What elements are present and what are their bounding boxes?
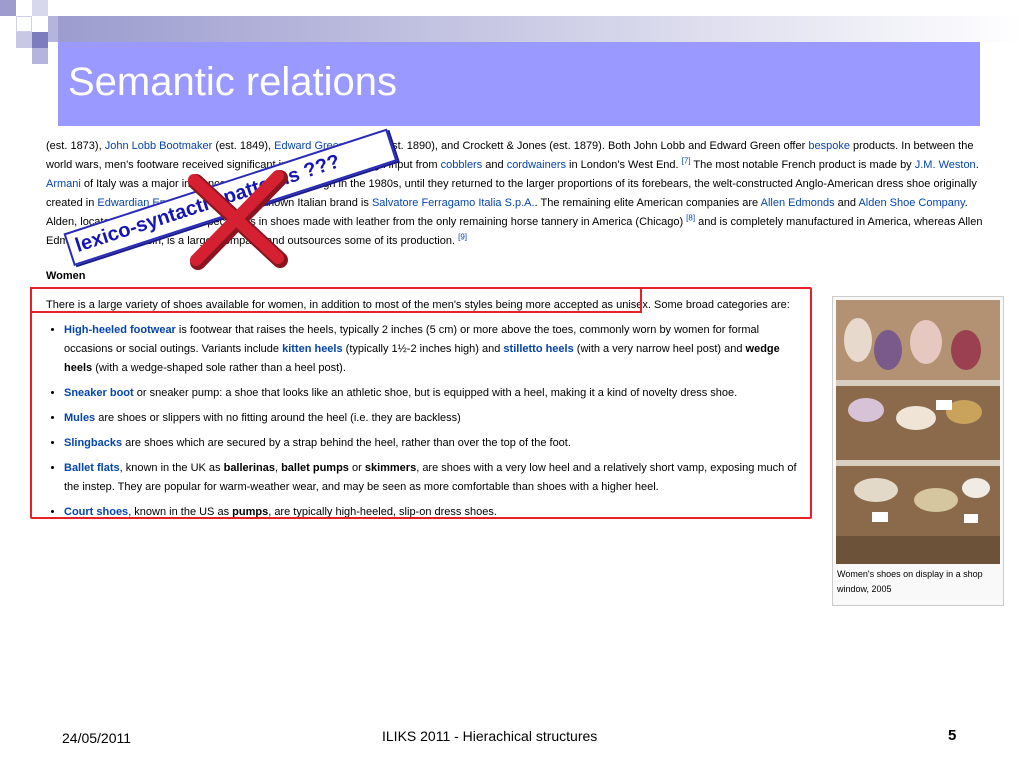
photo-caption: Women's shoes on display in a shop windo… bbox=[837, 569, 983, 594]
wiki-link[interactable]: bespoke bbox=[808, 140, 850, 152]
citation-ref[interactable]: [8] bbox=[686, 213, 695, 222]
photo-thumbnail: Women's shoes on display in a shop windo… bbox=[832, 296, 1004, 606]
wiki-link[interactable]: cordwainers bbox=[507, 159, 566, 171]
footer-title: ILIKS 2011 - Hierachical structures bbox=[382, 728, 598, 744]
wiki-link[interactable]: cobblers bbox=[441, 159, 483, 171]
footer-date: 24/05/2011 bbox=[62, 730, 132, 746]
corner-square-4 bbox=[16, 32, 32, 48]
page-number: 5 bbox=[948, 727, 957, 744]
wiki-link[interactable]: Alden Shoe Company bbox=[858, 197, 964, 209]
wiki-link[interactable]: Armani bbox=[46, 178, 81, 190]
cross-out-icon bbox=[188, 170, 288, 270]
text-run: and bbox=[482, 159, 507, 171]
wiki-link[interactable]: J.M. Weston bbox=[915, 159, 976, 171]
citation-ref[interactable]: [9] bbox=[458, 232, 467, 241]
corner-square-7 bbox=[48, 16, 58, 42]
text-run: The most notable French product is made … bbox=[690, 159, 915, 171]
wiki-link[interactable]: Allen Edmonds bbox=[761, 197, 835, 209]
text-run: . The remaining elite American companies… bbox=[534, 197, 761, 209]
text-run: . bbox=[975, 159, 979, 171]
text-run: and bbox=[834, 197, 859, 209]
shoe-display-photo bbox=[836, 300, 1000, 564]
highlight-box-categories bbox=[30, 287, 812, 519]
slide-title: Semantic relations bbox=[68, 60, 398, 104]
text-run: in London's West End. bbox=[566, 159, 682, 171]
corner-square-3 bbox=[32, 0, 48, 16]
corner-square-2 bbox=[16, 16, 32, 32]
wiki-link[interactable]: Salvatore Ferragamo Italia S.p.A. bbox=[372, 197, 535, 209]
text-run: (est. 1890), and Crockett & Jones (est. … bbox=[379, 140, 809, 152]
text-run: (est. 1873), bbox=[46, 140, 105, 152]
text-run: (est. 1849), bbox=[212, 140, 275, 152]
corner-square-6 bbox=[32, 48, 48, 64]
corner-square-5 bbox=[32, 32, 48, 48]
highlight-box-intro bbox=[30, 287, 642, 313]
title-gradient-strip bbox=[58, 16, 1024, 42]
citation-ref[interactable]: [7] bbox=[682, 156, 691, 165]
wiki-link[interactable]: John Lobb Bootmaker bbox=[105, 140, 213, 152]
corner-square-1 bbox=[0, 0, 16, 16]
